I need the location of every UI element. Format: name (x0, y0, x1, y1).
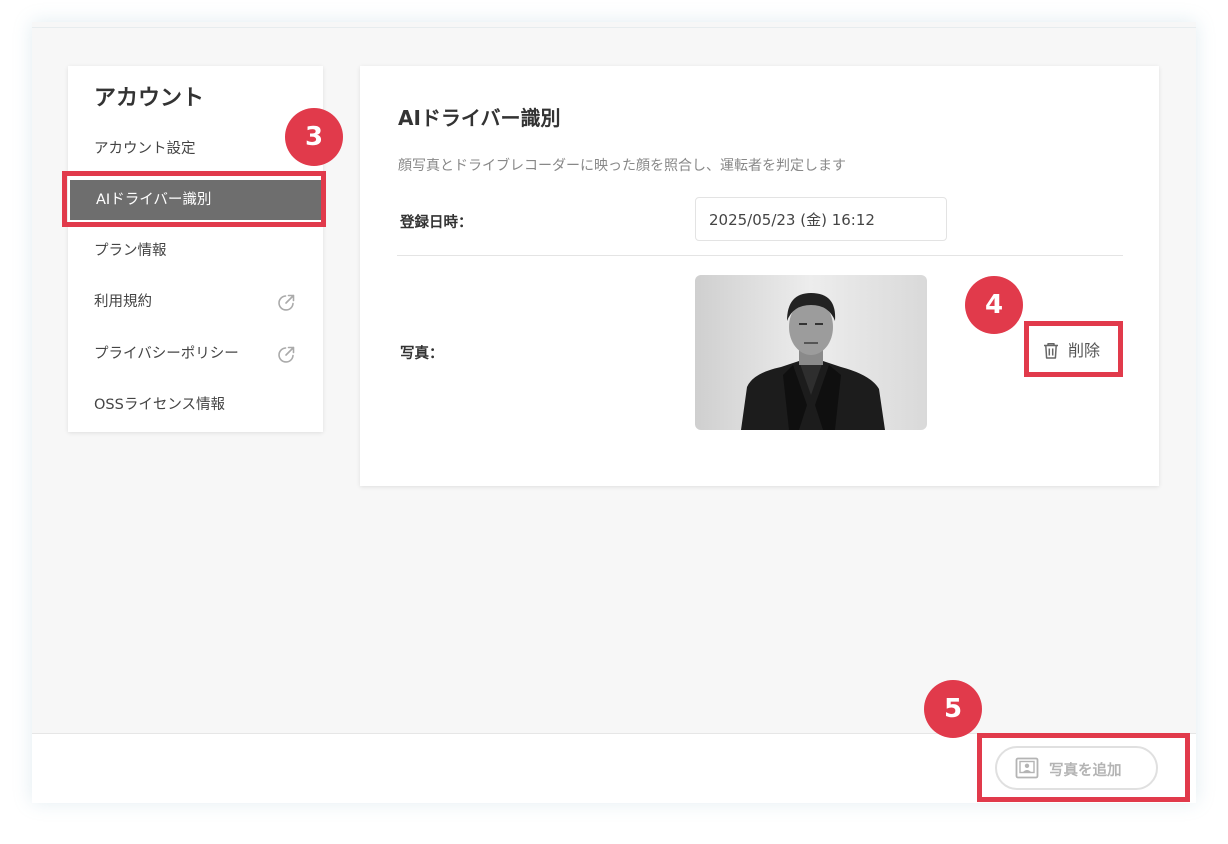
window-top-border (32, 27, 1196, 28)
sidebar-item-label: プライバシーポリシー (94, 346, 239, 362)
divider (397, 255, 1123, 256)
highlight-box-sidebar-item (62, 171, 326, 227)
page-description: 顔写真とドライブレコーダーに映った顔を照合し、運転者を判定します (398, 158, 846, 174)
sidebar-item-plan-info[interactable]: プラン情報 (68, 231, 323, 271)
registered-date-label: 登録日時： (400, 215, 473, 231)
sidebar-item-oss-license[interactable]: OSSライセンス情報 (68, 385, 323, 425)
registered-date-value: 2025/05/23 (金) 16:12 (695, 197, 947, 241)
external-link-icon (278, 346, 295, 363)
sidebar-item-terms-of-use[interactable]: 利用規約 (68, 282, 323, 322)
account-sidebar: アカウント アカウント設定 AIドライバー識別 プラン情報 利用規約 プライバシ… (68, 66, 323, 432)
page-title: AIドライバー識別 (398, 106, 561, 130)
sidebar-item-label: 利用規約 (94, 294, 152, 310)
ai-driver-card: AIドライバー識別 顔写真とドライブレコーダーに映った顔を照合し、運転者を判定し… (360, 66, 1159, 486)
step-badge-5: 5 (924, 680, 982, 738)
external-link-icon (278, 294, 295, 311)
highlight-box-delete (1024, 321, 1123, 377)
step-badge-3: 3 (285, 108, 343, 166)
step-badge-4: 4 (965, 276, 1023, 334)
sidebar-item-label: OSSライセンス情報 (94, 397, 226, 413)
driver-photo (695, 275, 927, 430)
sidebar-item-privacy-policy[interactable]: プライバシーポリシー (68, 334, 323, 374)
photo-label: 写真： (400, 346, 444, 362)
sidebar-item-label: アカウント設定 (94, 141, 196, 157)
highlight-box-add-photo (977, 733, 1190, 802)
sidebar-item-label: プラン情報 (94, 243, 167, 259)
sidebar-title: アカウント (94, 86, 205, 111)
